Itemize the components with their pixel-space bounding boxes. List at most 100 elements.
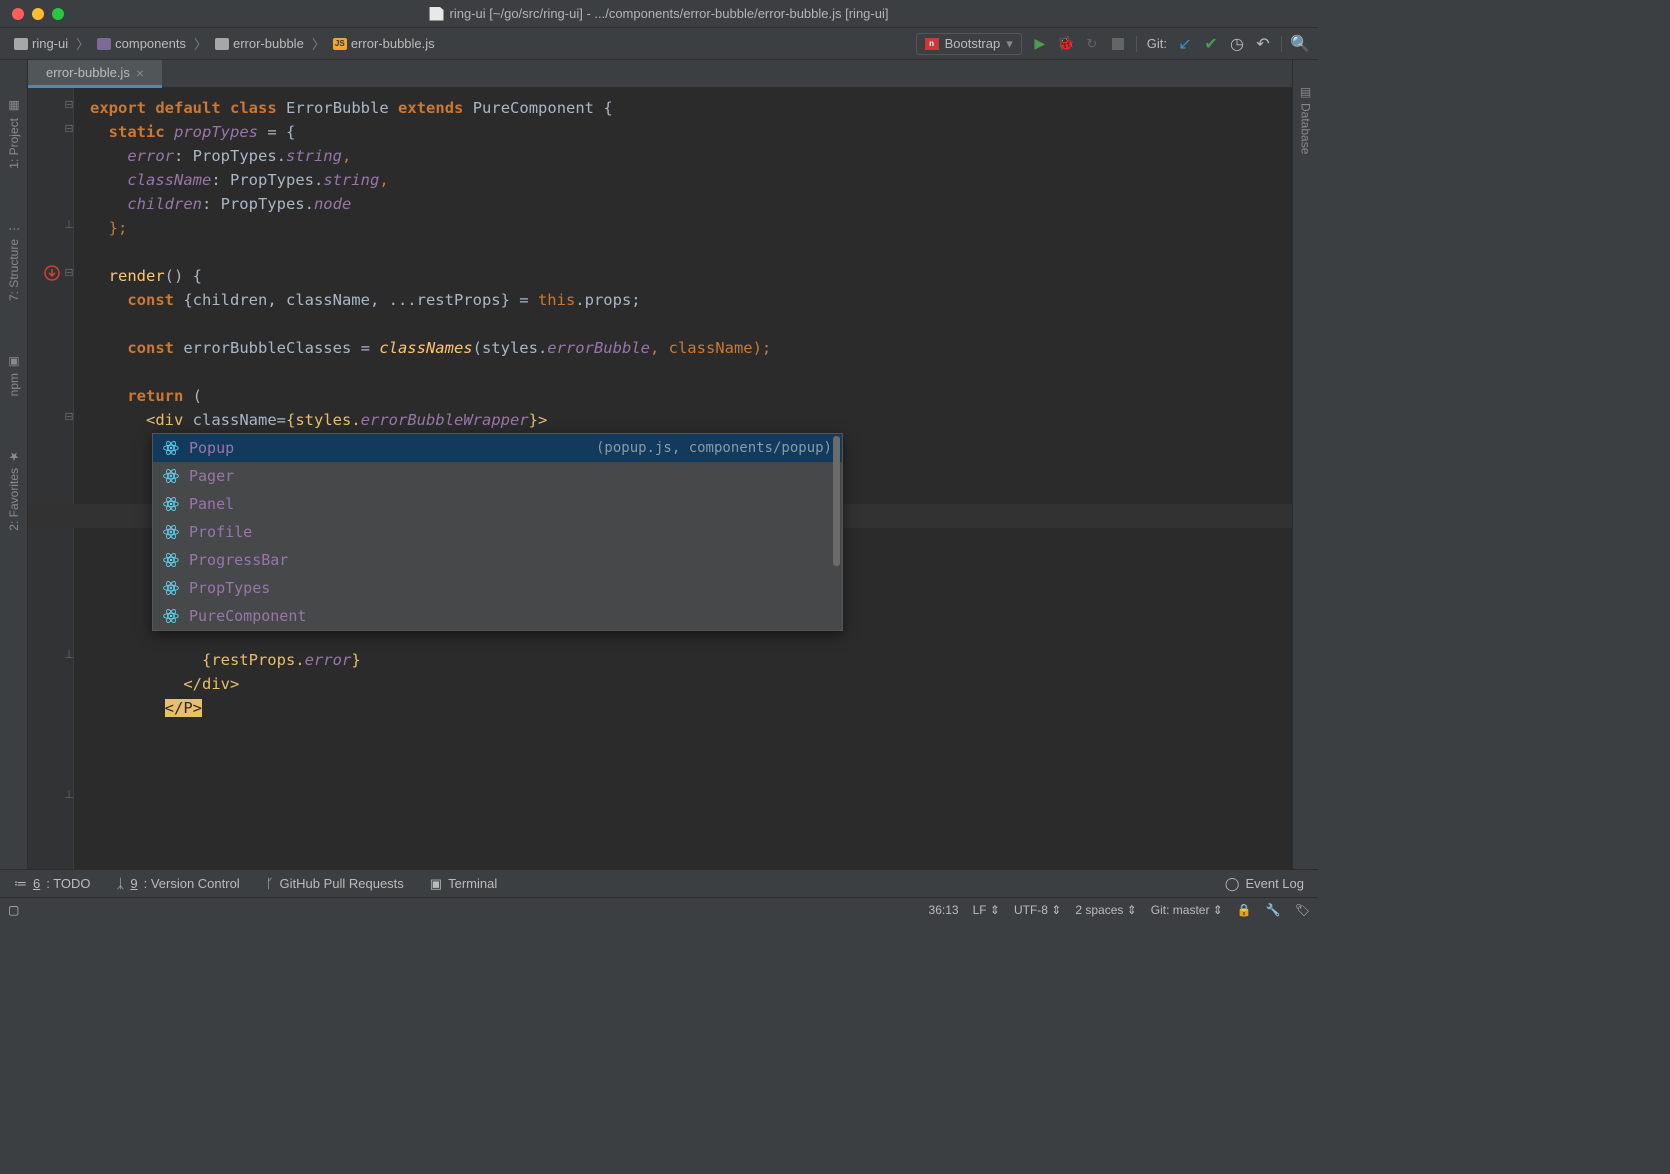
react-component-icon — [163, 552, 179, 568]
window-title: ring-ui [~/go/src/ring-ui] - .../compone… — [430, 6, 889, 21]
close-tab-button[interactable]: × — [136, 65, 144, 81]
autocomplete-label: Profile — [189, 523, 832, 541]
run-config-label: Bootstrap — [945, 36, 1001, 51]
autocomplete-item[interactable]: Panel — [153, 490, 842, 518]
run-button[interactable]: ▶ — [1032, 36, 1048, 52]
override-gutter-icon[interactable] — [43, 264, 61, 282]
breadcrumb-separator-icon: 〉 — [312, 34, 325, 53]
tool-window-database[interactable]: ▤ Database — [1299, 85, 1313, 154]
autocomplete-label: Popup — [189, 439, 586, 457]
navigation-toolbar: ring-ui 〉 components 〉 error-bubble 〉 JS… — [0, 28, 1318, 60]
search-everywhere-button[interactable]: 🔍 — [1292, 36, 1308, 52]
git-branch-selector[interactable]: Git: master ⇕ — [1151, 903, 1223, 917]
folder-icon — [215, 38, 229, 50]
tool-window-terminal[interactable]: ▣ Terminal — [430, 876, 497, 892]
autocomplete-label: Panel — [189, 495, 832, 513]
minimize-window-button[interactable] — [32, 8, 44, 20]
breadcrumb-separator-icon: 〉 — [76, 34, 89, 53]
fold-toggle-icon[interactable]: ⊟ — [64, 122, 74, 135]
breadcrumb: ring-ui 〉 components 〉 error-bubble 〉 JS… — [10, 34, 439, 53]
breadcrumb-item-project[interactable]: ring-ui — [10, 34, 72, 53]
react-component-icon — [163, 524, 179, 540]
autocomplete-label: Pager — [189, 467, 832, 485]
react-component-icon — [163, 440, 179, 456]
autocomplete-popup[interactable]: Popup (popup.js, components/popup) Pager… — [152, 433, 843, 631]
separator — [1281, 36, 1282, 52]
fold-end-icon: ⊥ — [64, 218, 74, 231]
separator — [1136, 36, 1137, 52]
git-revert-button[interactable]: ↶ — [1255, 36, 1271, 52]
breadcrumb-label: error-bubble — [233, 36, 304, 51]
fold-toggle-icon[interactable]: ⊟ — [64, 410, 74, 423]
editor-tabs: error-bubble.js × — [28, 60, 1292, 88]
list-icon: ≔ — [14, 876, 27, 892]
git-update-button[interactable]: ↙ — [1177, 36, 1193, 52]
autocomplete-label: PropTypes — [189, 579, 832, 597]
editor-tab-active[interactable]: error-bubble.js × — [28, 60, 162, 88]
title-bar: ring-ui [~/go/src/ring-ui] - .../compone… — [0, 0, 1318, 28]
tool-window-favorites[interactable]: 2: Favorites ★ — [7, 450, 21, 531]
git-history-button[interactable]: ◷ — [1229, 36, 1245, 52]
tab-label: error-bubble.js — [46, 65, 130, 80]
file-icon — [430, 7, 444, 21]
tool-window-npm[interactable]: npm ▣ — [7, 355, 21, 396]
tool-window-vcs[interactable]: ᛣ 9: Version Control9: Version Control — [117, 876, 240, 891]
autocomplete-item[interactable]: PureComponent — [153, 602, 842, 630]
breadcrumb-item-file[interactable]: JS error-bubble.js — [329, 34, 439, 53]
autocomplete-item[interactable]: Popup (popup.js, components/popup) — [153, 434, 842, 462]
autocomplete-scrollbar[interactable] — [833, 436, 840, 566]
react-component-icon — [163, 468, 179, 484]
encoding-selector[interactable]: UTF-8 ⇕ — [1014, 903, 1061, 917]
folder-icon — [14, 38, 28, 50]
indent-selector[interactable]: 2 spaces ⇕ — [1075, 903, 1136, 917]
git-commit-button[interactable]: ✔ — [1203, 36, 1219, 52]
zoom-window-button[interactable] — [52, 8, 64, 20]
fold-end-icon: ⊥ — [64, 788, 74, 801]
branch-icon: ᛣ — [117, 876, 125, 891]
debug-button[interactable]: 🐞 — [1058, 36, 1074, 52]
tool-window-project[interactable]: 1: Project ▦ — [7, 100, 21, 169]
tool-window-github-pr[interactable]: ᚴ GitHub Pull Requests — [266, 876, 404, 891]
editor-gutter[interactable]: ⊟ ⊟ ⊥ ⊟ ⊟ ⊟ ⊥ ⊥ — [28, 88, 74, 869]
breadcrumb-label: error-bubble.js — [351, 36, 435, 51]
memory-indicator-icon[interactable]: 🏷 — [1295, 903, 1310, 917]
editor-area: error-bubble.js × ⊟ ⊟ ⊥ ⊟ ⊟ ⊟ ⊥ ⊥ export… — [28, 60, 1292, 869]
label: Terminal — [448, 876, 497, 891]
breadcrumb-item-folder[interactable]: components — [93, 34, 190, 53]
run-with-coverage-button[interactable]: ↻ — [1084, 36, 1100, 52]
autocomplete-label: ProgressBar — [189, 551, 832, 569]
close-window-button[interactable] — [12, 8, 24, 20]
autocomplete-item[interactable]: ProgressBar — [153, 546, 842, 574]
lock-icon[interactable]: 🔒 — [1237, 903, 1252, 917]
breadcrumb-label: components — [115, 36, 186, 51]
autocomplete-label: PureComponent — [189, 607, 832, 625]
react-component-icon — [163, 580, 179, 596]
chevron-down-icon: ▾ — [1006, 36, 1013, 52]
status-bar: ▢ 36:13 LF ⇕ UTF-8 ⇕ 2 spaces ⇕ Git: mas… — [0, 897, 1318, 921]
stop-button[interactable] — [1110, 36, 1126, 52]
status-bar-toggle-icon[interactable]: ▢ — [8, 903, 19, 917]
ide-settings-icon[interactable]: 🔧 — [1266, 903, 1281, 917]
react-component-icon — [163, 608, 179, 624]
autocomplete-item[interactable]: Profile — [153, 518, 842, 546]
editor-viewport[interactable]: ⊟ ⊟ ⊥ ⊟ ⊟ ⊟ ⊥ ⊥ export default class Err… — [28, 88, 1292, 869]
right-tool-stripe: ▤ Database — [1292, 60, 1318, 869]
line-separator-selector[interactable]: LF ⇕ — [973, 903, 1000, 917]
fold-toggle-icon[interactable]: ⊟ — [64, 98, 74, 111]
event-log-button[interactable]: ◯ Event Log — [1225, 876, 1304, 892]
fold-toggle-icon[interactable]: ⊟ — [64, 266, 74, 279]
folder-icon — [97, 38, 111, 50]
label: GitHub Pull Requests — [280, 876, 404, 891]
speech-bubble-icon: ◯ — [1225, 876, 1240, 892]
left-tool-stripe: 1: Project ▦ 7: Structure ⋮ npm ▣ 2: Fav… — [0, 60, 28, 869]
caret-position[interactable]: 36:13 — [929, 903, 959, 917]
git-label: Git: — [1147, 36, 1167, 51]
run-configuration-selector[interactable]: n Bootstrap ▾ — [916, 33, 1022, 55]
autocomplete-item[interactable]: PropTypes — [153, 574, 842, 602]
bottom-tool-stripe: ≔ 66: TODO: TODO ᛣ 9: Version Control9: … — [0, 869, 1318, 897]
tool-window-structure[interactable]: 7: Structure ⋮ — [7, 223, 21, 301]
breadcrumb-item-folder[interactable]: error-bubble — [211, 34, 308, 53]
npm-icon: n — [925, 38, 939, 50]
tool-window-todo[interactable]: ≔ 66: TODO: TODO — [14, 876, 91, 892]
autocomplete-item[interactable]: Pager — [153, 462, 842, 490]
